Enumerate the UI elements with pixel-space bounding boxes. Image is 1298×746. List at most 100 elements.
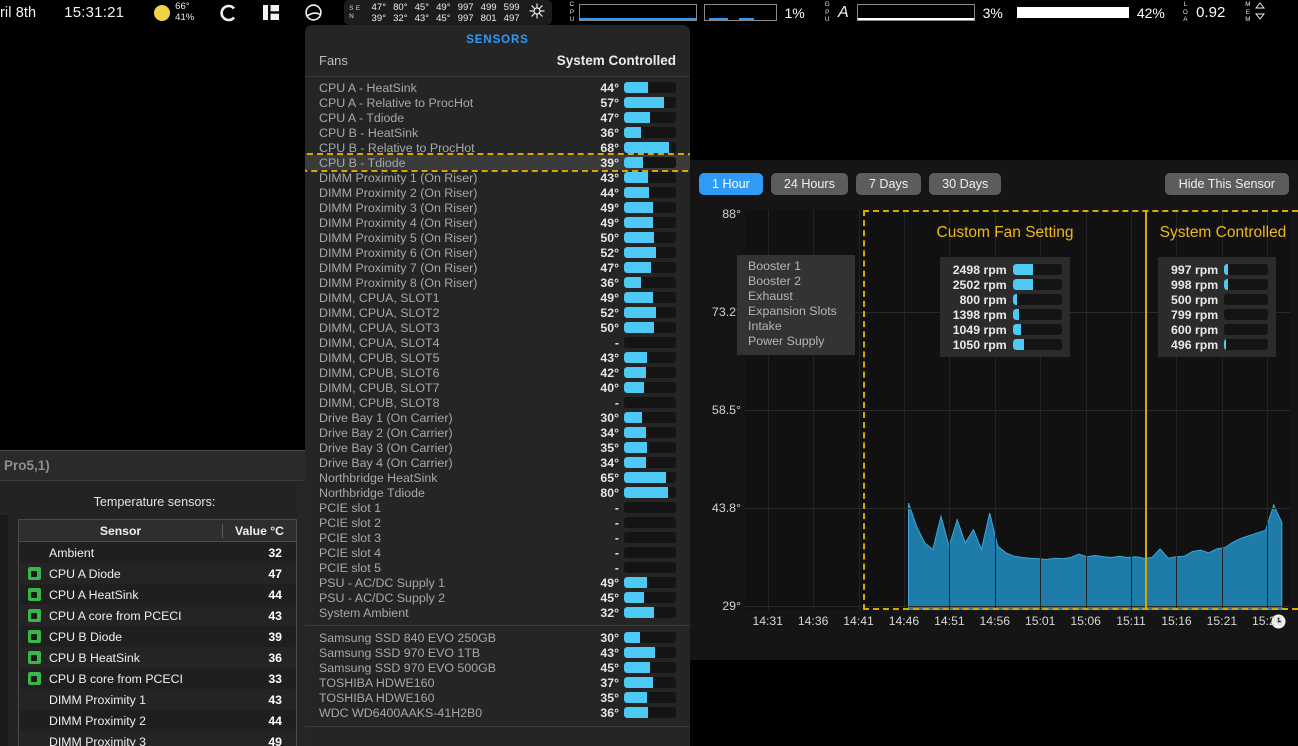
table-row[interactable]: DIMM Proximity 3 49 — [19, 731, 296, 746]
sensor-row[interactable]: System Ambient 32° — [305, 605, 690, 620]
sensor-row[interactable]: CPU B - Relative to ProcHot 68° — [305, 140, 690, 155]
sensor-value: - — [614, 335, 619, 350]
column-header-value[interactable]: Value °C — [223, 524, 296, 538]
table-row[interactable]: CPU A HeatSink 44 — [19, 584, 296, 605]
sensor-row[interactable]: PSU - AC/DC Supply 1 49° — [305, 575, 690, 590]
gpu-glyph: A — [837, 3, 849, 21]
region-divider — [1145, 210, 1147, 610]
fan-speed-value: 1050 rpm — [952, 337, 1007, 352]
sensor-row[interactable]: CPU A - Tdiode 47° — [305, 110, 690, 125]
time-range-tab-1-hour[interactable]: 1 Hour — [699, 173, 763, 195]
sensor-row[interactable]: PCIE slot 3 - — [305, 530, 690, 545]
sensor-row[interactable]: DIMM, CPUB, SLOT8 - — [305, 395, 690, 410]
letter-c-icon[interactable] — [220, 4, 237, 22]
sensor-row[interactable]: CPU B - HeatSink 36° — [305, 125, 690, 140]
sensor-name: WDC WD6400AAKS-41H2B0 — [319, 705, 483, 720]
table-row[interactable]: CPU B core from PCECI 33 — [19, 668, 296, 689]
time-range-tab-24-hours[interactable]: 24 Hours — [770, 173, 848, 195]
sensor-row[interactable]: DIMM Proximity 5 (On Riser) 50° — [305, 230, 690, 245]
fan-speed-row: 997 rpm — [1166, 262, 1268, 277]
snowflake-gear-icon[interactable] — [529, 3, 545, 23]
sensor-row[interactable]: PCIE slot 4 - — [305, 545, 690, 560]
sensor-meter — [624, 487, 676, 498]
sensor-name: Northbridge HeatSink — [319, 470, 438, 485]
sensor-row[interactable]: PCIE slot 2 - — [305, 515, 690, 530]
sensor-row[interactable]: DIMM, CPUB, SLOT5 43° — [305, 350, 690, 365]
table-row[interactable]: CPU A Diode 47 — [19, 563, 296, 584]
sensor-row[interactable]: DIMM, CPUA, SLOT3 50° — [305, 320, 690, 335]
sensor-row[interactable]: Northbridge HeatSink 65° — [305, 470, 690, 485]
sensor-row[interactable]: TOSHIBA HDWE160 37° — [305, 675, 690, 690]
sensor-row[interactable]: DIMM Proximity 2 (On Riser) 44° — [305, 185, 690, 200]
hide-this-sensor-button[interactable]: Hide This Sensor — [1164, 173, 1289, 195]
sensor-value: 52° — [600, 245, 619, 260]
table-row[interactable]: CPU B HeatSink 36 — [19, 647, 296, 668]
sensor-value: 43° — [600, 645, 619, 660]
time-range-tab-30-days[interactable]: 30 Days — [929, 173, 1002, 195]
sensor-row[interactable]: DIMM Proximity 7 (On Riser) 47° — [305, 260, 690, 275]
weather-col-3: 45° 43° — [414, 1, 430, 24]
table-body: Ambient 32 CPU A Diode 47 CPU A HeatSink 44 CP… — [19, 542, 296, 746]
table-row[interactable]: CPU A core from PCECI 43 — [19, 605, 296, 626]
sensor-row-selected[interactable]: CPU B - Tdiode 39° — [305, 153, 690, 172]
window-scrollbar[interactable] — [297, 482, 305, 746]
sensor-value: 45° — [600, 590, 619, 605]
table-row[interactable]: CPU B Diode 39 — [19, 626, 296, 647]
fans-label[interactable]: Fans — [319, 53, 348, 68]
sensor-row[interactable]: Samsung SSD 840 EVO 250GB 30° — [305, 630, 690, 645]
sensor-row[interactable]: Drive Bay 1 (On Carrier) 30° — [305, 410, 690, 425]
sensor-row[interactable]: Samsung SSD 970 EVO 500GB 45° — [305, 660, 690, 675]
sensor-row[interactable]: PSU - AC/DC Supply 2 45° — [305, 590, 690, 605]
sensor-row[interactable]: TOSHIBA HDWE160 35° — [305, 690, 690, 705]
fan-speed-value: 799 rpm — [1171, 307, 1219, 322]
column-header-sensor[interactable]: Sensor — [19, 523, 223, 538]
sensor-row[interactable]: CPU A - Relative to ProcHot 57° — [305, 95, 690, 110]
sensor-row[interactable]: PCIE slot 1 - — [305, 500, 690, 515]
memory-widget[interactable]: MEM — [1245, 1, 1265, 23]
sensor-row[interactable]: Drive Bay 3 (On Carrier) 35° — [305, 440, 690, 455]
sensor-value: 36° — [600, 275, 619, 290]
sensor-row[interactable]: Samsung SSD 970 EVO 1TB 43° — [305, 645, 690, 660]
sensor-row[interactable]: DIMM Proximity 6 (On Riser) 52° — [305, 245, 690, 260]
sensor-row[interactable]: DIMM, CPUA, SLOT4 - — [305, 335, 690, 350]
table-row[interactable]: DIMM Proximity 2 44 — [19, 710, 296, 731]
sensor-row[interactable]: DIMM, CPUB, SLOT7 40° — [305, 380, 690, 395]
split-view-icon[interactable] — [263, 5, 280, 20]
load-widget[interactable]: LOA 0.92 — [1183, 1, 1225, 23]
sensor-row[interactable]: DIMM, CPUA, SLOT1 49° — [305, 290, 690, 305]
fan-mode-label[interactable]: System Controlled — [557, 53, 676, 68]
fan-speed-value: 998 rpm — [1171, 277, 1219, 292]
table-row[interactable]: DIMM Proximity 1 43 — [19, 689, 296, 710]
sensor-row[interactable]: DIMM Proximity 1 (On Riser) 43° — [305, 170, 690, 185]
menubar-clock[interactable]: 15:31:21 — [64, 4, 124, 21]
sensor-name: PSU - AC/DC Supply 2 — [319, 590, 446, 605]
sensor-name-cell: DIMM Proximity 3 — [49, 734, 147, 746]
table-row[interactable]: Ambient 32 — [19, 542, 296, 563]
sensor-row[interactable]: DIMM, CPUA, SLOT2 52° — [305, 305, 690, 320]
sensor-meter — [624, 367, 676, 378]
fan-legend-item: Exhaust — [748, 289, 793, 303]
disk-meter-widget[interactable]: 42% — [1016, 5, 1165, 21]
sensor-row[interactable]: DIMM, CPUB, SLOT6 42° — [305, 365, 690, 380]
sensor-row[interactable]: Drive Bay 4 (On Carrier) 34° — [305, 455, 690, 470]
fan-speed-meter — [1012, 264, 1062, 275]
sensor-row[interactable]: DIMM Proximity 8 (On Riser) 36° — [305, 275, 690, 290]
moon-phase-widget[interactable]: 66° 41% — [154, 1, 194, 23]
cpu-meter-widget[interactable]: CPU 1% — [570, 1, 805, 23]
cpu-chip-icon — [19, 588, 49, 601]
sensor-value: 47° — [600, 260, 619, 275]
sensor-row[interactable]: Northbridge Tdiode 80° — [305, 485, 690, 500]
sensor-row[interactable]: PCIE slot 5 - — [305, 560, 690, 575]
chart-x-tick: 15:21 — [1206, 614, 1238, 628]
weather-sn-label: S E N — [349, 4, 361, 20]
sensor-row[interactable]: DIMM Proximity 4 (On Riser) 49° — [305, 215, 690, 230]
time-range-tab-7-days[interactable]: 7 Days — [855, 173, 922, 195]
sensor-row[interactable]: CPU A - HeatSink 44° — [305, 80, 690, 95]
sensor-row[interactable]: WDC WD6400AAKS-41H2B0 36° — [305, 705, 690, 720]
do-not-disturb-icon[interactable] — [305, 4, 322, 21]
sensor-row[interactable]: Drive Bay 2 (On Carrier) 34° — [305, 425, 690, 440]
gpu-meter-widget[interactable]: GPU A 3% — [825, 1, 1003, 23]
system-controlled-title: System Controlled — [1159, 224, 1287, 241]
weather-widget[interactable]: S E N 47° 39° 80° 32° 45° 43° 49° 45° 997 997… — [344, 0, 552, 25]
sensor-row[interactable]: DIMM Proximity 3 (On Riser) 49° — [305, 200, 690, 215]
